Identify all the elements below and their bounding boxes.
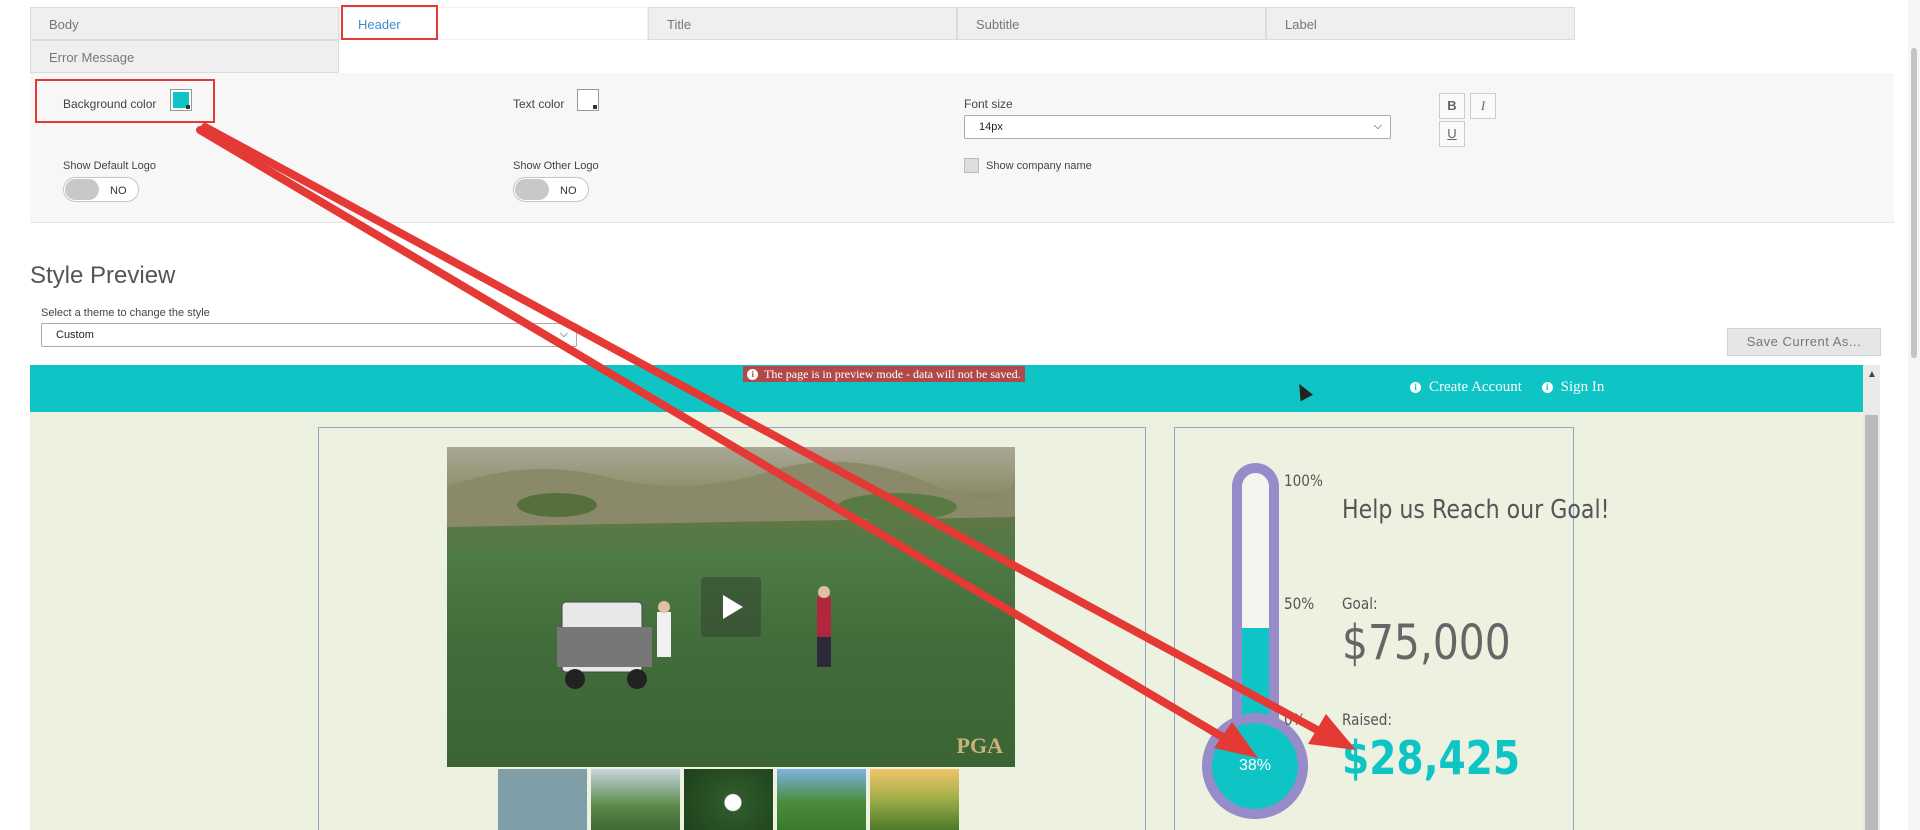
page-scroll-thumb[interactable] (1911, 48, 1917, 358)
annotation-arrows (196, 123, 1356, 758)
page-scrollbar[interactable] (1908, 0, 1920, 830)
arrowhead-icon (1214, 722, 1258, 758)
arrow-to-thermometer (196, 126, 1240, 749)
arrow-to-raised (201, 123, 1336, 742)
